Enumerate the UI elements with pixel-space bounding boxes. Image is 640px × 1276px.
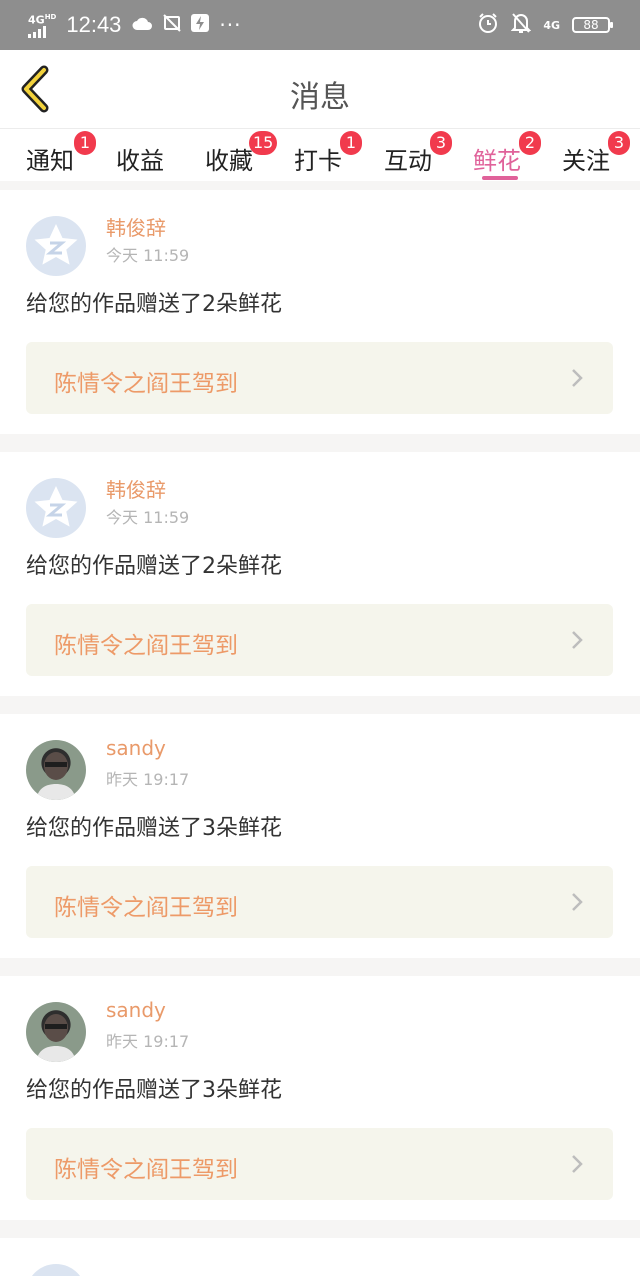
sender-name[interactable]: sandy xyxy=(106,736,166,760)
work-title: 陈情令之阎王驾到 xyxy=(54,633,238,659)
more-notifications-icon: ··· xyxy=(219,13,242,37)
tab-interactions[interactable]: 互动 3 xyxy=(384,131,452,176)
avatar[interactable] xyxy=(26,216,86,276)
work-title: 陈情令之阎王驾到 xyxy=(54,895,238,921)
tab-label: 互动 xyxy=(384,147,432,175)
clock: 12:43 xyxy=(66,12,122,37)
work-title: 陈情令之阎王驾到 xyxy=(54,371,238,397)
message-text: 给您的作品赠送了3朵鲜花 xyxy=(26,1078,282,1103)
work-link[interactable]: 陈情令之阎王驾到 xyxy=(26,866,613,938)
message-item: 韩俊辞 今天 11:59 给您的作品赠送了2朵鲜花 陈情令之阎王驾到 xyxy=(0,190,640,434)
tab-favorites[interactable]: 收藏 15 xyxy=(205,131,278,176)
tab-label: 鲜花 xyxy=(473,147,521,175)
star-avatar-icon xyxy=(34,486,78,527)
cellular-signal-icon: 4GHD xyxy=(28,12,56,38)
work-link[interactable]: 陈情令之阎王驾到 xyxy=(26,1128,613,1200)
avatar[interactable] xyxy=(26,478,86,538)
user-photo-icon xyxy=(36,1014,76,1062)
message-item-partial xyxy=(0,1238,640,1276)
chevron-right-icon xyxy=(572,631,583,649)
tab-label: 关注 xyxy=(562,147,610,175)
tab-earnings[interactable]: 收益 xyxy=(116,141,164,176)
chevron-right-icon xyxy=(572,1155,583,1173)
message-item: 韩俊辞 今天 11:59 给您的作品赠送了2朵鲜花 陈情令之阎王驾到 xyxy=(0,452,640,696)
sender-name[interactable]: 韩俊辞 xyxy=(106,212,166,241)
work-link[interactable]: 陈情令之阎王驾到 xyxy=(26,604,613,676)
unread-badge: 15 xyxy=(249,131,278,155)
tab-notifications[interactable]: 通知 1 xyxy=(26,131,96,176)
notifications-off-icon xyxy=(510,12,532,38)
message-time: 昨天 19:17 xyxy=(106,770,190,789)
work-title: 陈情令之阎王驾到 xyxy=(54,1157,238,1183)
tab-flowers[interactable]: 鲜花 2 xyxy=(473,131,541,176)
sender-name[interactable]: 韩俊辞 xyxy=(106,474,166,503)
battery-icon: 88 xyxy=(572,17,613,33)
status-bar: 4GHD 12:43 ··· 4G 88 xyxy=(0,0,640,50)
unread-badge: 3 xyxy=(608,131,630,155)
chevron-right-icon xyxy=(572,369,583,387)
flash-icon xyxy=(191,13,210,37)
mobile-data-indicator: 4G xyxy=(543,18,560,32)
message-item: sandy 昨天 19:17 给您的作品赠送了3朵鲜花 陈情令之阎王驾到 xyxy=(0,976,640,1220)
message-time: 今天 11:59 xyxy=(106,246,190,265)
page-title: 消息 xyxy=(290,80,350,115)
cloud-icon xyxy=(131,15,153,36)
photo-off-icon xyxy=(163,13,182,37)
unread-badge: 1 xyxy=(340,131,362,155)
unread-badge: 1 xyxy=(74,131,96,155)
message-text: 给您的作品赠送了2朵鲜花 xyxy=(26,554,282,579)
work-link[interactable]: 陈情令之阎王驾到 xyxy=(26,342,613,414)
message-tabs: 通知 1 收益 收藏 15 打卡 1 互动 3 鲜花 2 关注 3 xyxy=(0,129,640,181)
sender-name[interactable]: sandy xyxy=(106,998,166,1022)
avatar[interactable] xyxy=(26,1002,86,1062)
active-tab-indicator xyxy=(482,176,518,180)
tab-label: 收藏 xyxy=(205,147,253,175)
message-text: 给您的作品赠送了2朵鲜花 xyxy=(26,292,282,317)
message-time: 今天 11:59 xyxy=(106,508,190,527)
tab-follows[interactable]: 关注 3 xyxy=(562,131,630,176)
message-time: 昨天 19:17 xyxy=(106,1032,190,1051)
app-header: 消息 xyxy=(0,50,640,129)
message-item: sandy 昨天 19:17 给您的作品赠送了3朵鲜花 陈情令之阎王驾到 xyxy=(0,714,640,958)
tab-label: 通知 xyxy=(26,147,74,175)
user-photo-icon xyxy=(36,752,76,800)
star-avatar-icon xyxy=(34,224,78,265)
alarm-icon xyxy=(477,12,499,38)
unread-badge: 3 xyxy=(430,131,452,155)
tab-label: 打卡 xyxy=(294,147,342,175)
tab-label: 收益 xyxy=(116,147,164,175)
unread-badge: 2 xyxy=(519,131,541,155)
chevron-right-icon xyxy=(572,893,583,911)
network-hd: HD xyxy=(44,13,57,22)
tab-checkin[interactable]: 打卡 1 xyxy=(294,131,362,176)
avatar[interactable] xyxy=(26,1264,86,1276)
message-text: 给您的作品赠送了3朵鲜花 xyxy=(26,816,282,841)
avatar[interactable] xyxy=(26,740,86,800)
